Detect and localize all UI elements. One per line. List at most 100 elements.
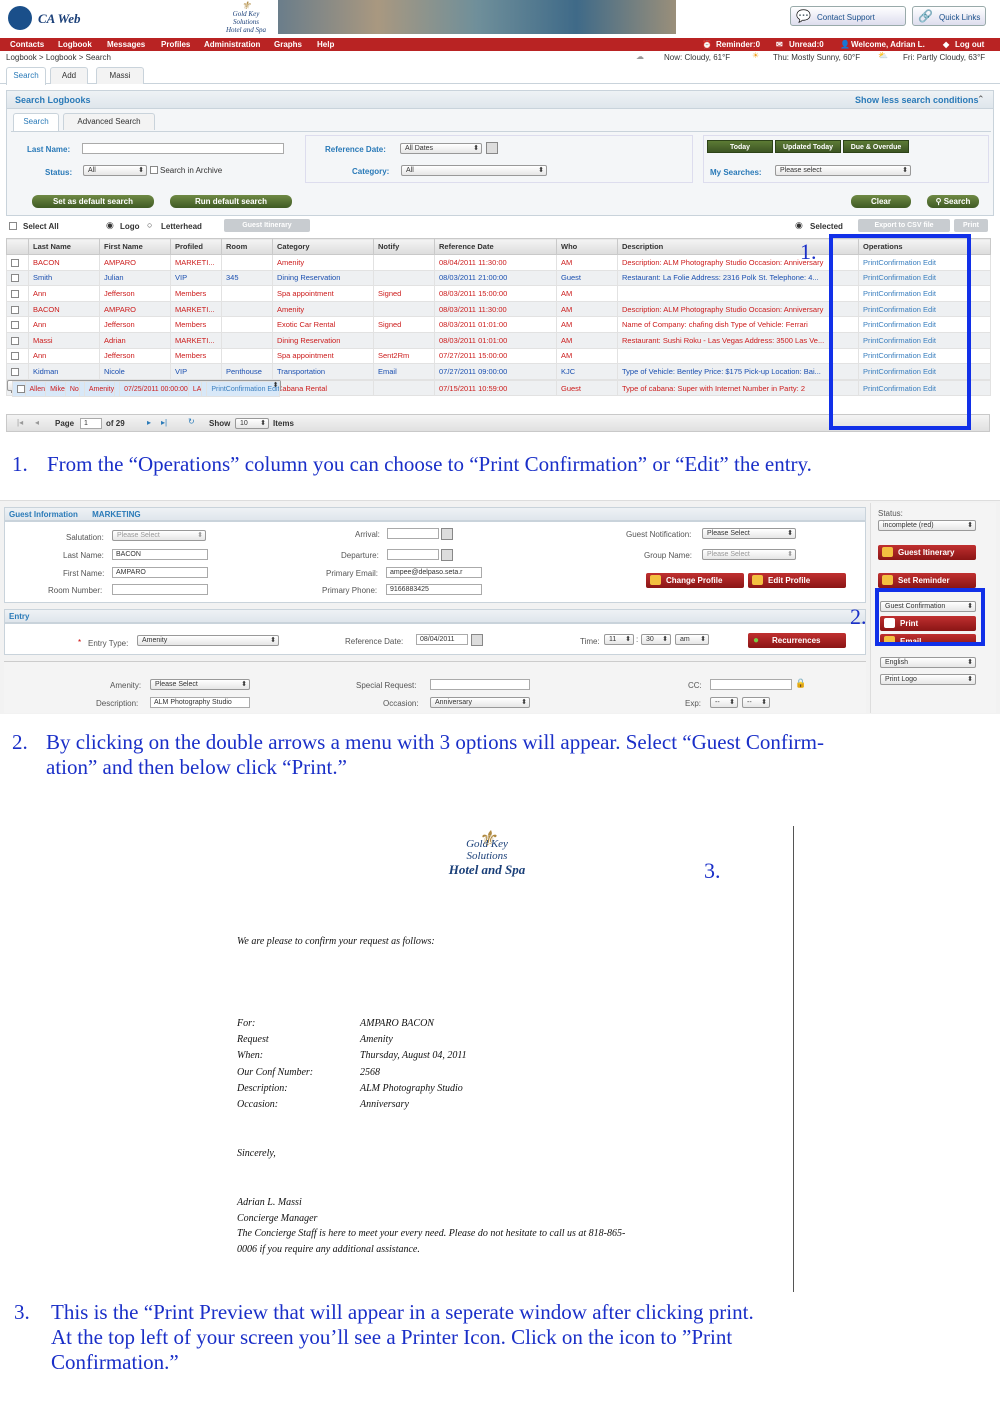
col-category[interactable]: Category: [272, 238, 374, 255]
tab-massi[interactable]: Massi: [96, 67, 144, 84]
row-checkbox-cell[interactable]: [6, 269, 29, 287]
guest-itinerary-button[interactable]: Guest Itinerary: [224, 219, 310, 232]
edit-profile-button[interactable]: Edit Profile: [748, 573, 846, 588]
recurrences-button[interactable]: ● Recurrences: [748, 633, 846, 648]
guest-first-name-input[interactable]: AMPARO: [112, 567, 208, 578]
col-who[interactable]: Who: [556, 238, 618, 255]
print-confirmation-link[interactable]: PrintConfirmation: [211, 386, 265, 393]
menu-graphs[interactable]: Graphs: [274, 40, 302, 49]
run-default-search-button[interactable]: Run default search: [170, 195, 292, 208]
row-checkbox-cell[interactable]: [6, 347, 29, 365]
set-default-search-button[interactable]: Set as default search: [32, 195, 154, 208]
guest-last-name-input[interactable]: BACON: [112, 549, 208, 560]
tab-add[interactable]: Add: [50, 67, 88, 84]
reference-date-select[interactable]: All Dates: [400, 143, 482, 154]
page-size-select[interactable]: 10: [235, 418, 269, 429]
quick-links-button[interactable]: 🔗 Quick Links: [912, 6, 986, 26]
row-checkbox-cell[interactable]: [11, 380, 26, 398]
search-button[interactable]: ⚲ Search: [927, 195, 979, 208]
show-less-link[interactable]: Show less search conditions: [855, 95, 979, 105]
table-row[interactable]: Allen Mike No Amenity 07/25/2011 00:00:00 LA P…: [6, 379, 282, 398]
col-room[interactable]: Room: [221, 238, 273, 255]
row-checkbox[interactable]: [11, 274, 19, 283]
exp-month-select[interactable]: --: [710, 697, 738, 708]
category-select[interactable]: All: [401, 165, 547, 176]
row-checkbox[interactable]: [11, 367, 19, 376]
last-page-icon[interactable]: ▸|: [161, 418, 167, 427]
first-page-icon[interactable]: |◂: [17, 418, 23, 427]
row-checkbox[interactable]: [11, 305, 19, 314]
status-select[interactable]: incomplete (red): [878, 520, 976, 531]
col-profiled[interactable]: Profiled: [170, 238, 222, 255]
calendar-icon[interactable]: [441, 549, 453, 561]
menu-contacts[interactable]: Contacts: [10, 40, 44, 49]
primary-phone-input[interactable]: 9166883425: [386, 584, 482, 595]
my-searches-select[interactable]: Please select: [775, 165, 911, 176]
row-checkbox[interactable]: [11, 289, 19, 298]
salutation-select[interactable]: Please Select: [112, 530, 206, 541]
menu-profiles[interactable]: Profiles: [161, 40, 190, 49]
row-checkbox-cell[interactable]: [6, 254, 29, 271]
logo-radio[interactable]: ◉: [106, 220, 114, 231]
updated-today-button[interactable]: Updated Today: [775, 140, 841, 153]
col-last-name[interactable]: Last Name: [28, 238, 100, 255]
due-overdue-button[interactable]: Due & Overdue: [843, 140, 909, 153]
col-description[interactable]: Description: [617, 238, 859, 255]
calendar-icon[interactable]: [471, 634, 483, 646]
prev-page-icon[interactable]: ◂: [35, 418, 39, 427]
row-checkbox[interactable]: [11, 336, 19, 345]
occasion-select[interactable]: Anniversary: [430, 697, 530, 708]
change-profile-button[interactable]: Change Profile: [646, 573, 744, 588]
edit-link[interactable]: Edit: [267, 386, 279, 393]
tab-search-basic[interactable]: Search: [13, 113, 59, 131]
unread-count[interactable]: Unread:0: [789, 40, 824, 49]
row-checkbox[interactable]: [11, 321, 19, 330]
language-select[interactable]: English: [880, 657, 976, 668]
app-logo[interactable]: CA Web: [8, 6, 128, 32]
entry-reference-date-input[interactable]: 08/04/2011: [416, 634, 468, 645]
selected-radio[interactable]: ◉: [795, 220, 803, 231]
page-input[interactable]: 1: [80, 418, 102, 429]
cc-input[interactable]: [710, 679, 792, 690]
menu-logbook[interactable]: Logbook: [58, 40, 92, 49]
arrival-input[interactable]: [387, 528, 439, 539]
calendar-icon[interactable]: [441, 528, 453, 540]
reminder-count[interactable]: Reminder:0: [716, 40, 760, 49]
special-request-input[interactable]: [430, 679, 530, 690]
status-select[interactable]: All: [83, 165, 147, 176]
guest-notification-select[interactable]: Please Select: [702, 528, 796, 539]
calendar-icon[interactable]: [486, 142, 498, 154]
col-notify[interactable]: Notify: [373, 238, 435, 255]
letterhead-radio[interactable]: ○: [147, 220, 152, 230]
col-reference-date[interactable]: Reference Date: [434, 238, 557, 255]
entry-type-select[interactable]: Amenity: [137, 635, 279, 646]
time-ampm-select[interactable]: am: [675, 634, 709, 645]
menu-help[interactable]: Help: [317, 40, 334, 49]
export-csv-button[interactable]: Export to CSV file: [858, 219, 950, 232]
row-checkbox-cell[interactable]: [6, 316, 29, 333]
print-logo-select[interactable]: Print Logo: [880, 674, 976, 685]
description-input[interactable]: ALM Photography Studio: [150, 697, 250, 708]
amenity-select[interactable]: Please Select: [150, 679, 250, 690]
tab-advanced-search[interactable]: Advanced Search: [63, 113, 155, 130]
col-first-name[interactable]: First Name: [99, 238, 171, 255]
next-page-icon[interactable]: ▸: [147, 418, 151, 427]
side-guest-itinerary-button[interactable]: Guest Itinerary: [878, 545, 976, 560]
menu-messages[interactable]: Messages: [107, 40, 145, 49]
menu-administration[interactable]: Administration: [204, 40, 260, 49]
collapse-icon[interactable]: ⌃: [977, 94, 985, 105]
tab-search[interactable]: Search: [6, 67, 46, 85]
group-name-select[interactable]: Please Select: [702, 549, 796, 560]
exp-year-select[interactable]: --: [742, 697, 770, 708]
departure-input[interactable]: [387, 549, 439, 560]
row-checkbox-cell[interactable]: [6, 300, 29, 318]
print-button[interactable]: Print: [954, 219, 988, 232]
clear-button[interactable]: Clear: [851, 195, 911, 208]
time-hour-select[interactable]: 11: [604, 634, 634, 645]
set-reminder-button[interactable]: Set Reminder: [878, 573, 976, 588]
logout-link[interactable]: Log out: [955, 40, 984, 49]
row-checkbox[interactable]: [11, 258, 19, 267]
row-checkbox[interactable]: [11, 352, 19, 361]
row-checkbox-cell[interactable]: [6, 363, 29, 380]
today-button[interactable]: Today: [707, 140, 773, 153]
